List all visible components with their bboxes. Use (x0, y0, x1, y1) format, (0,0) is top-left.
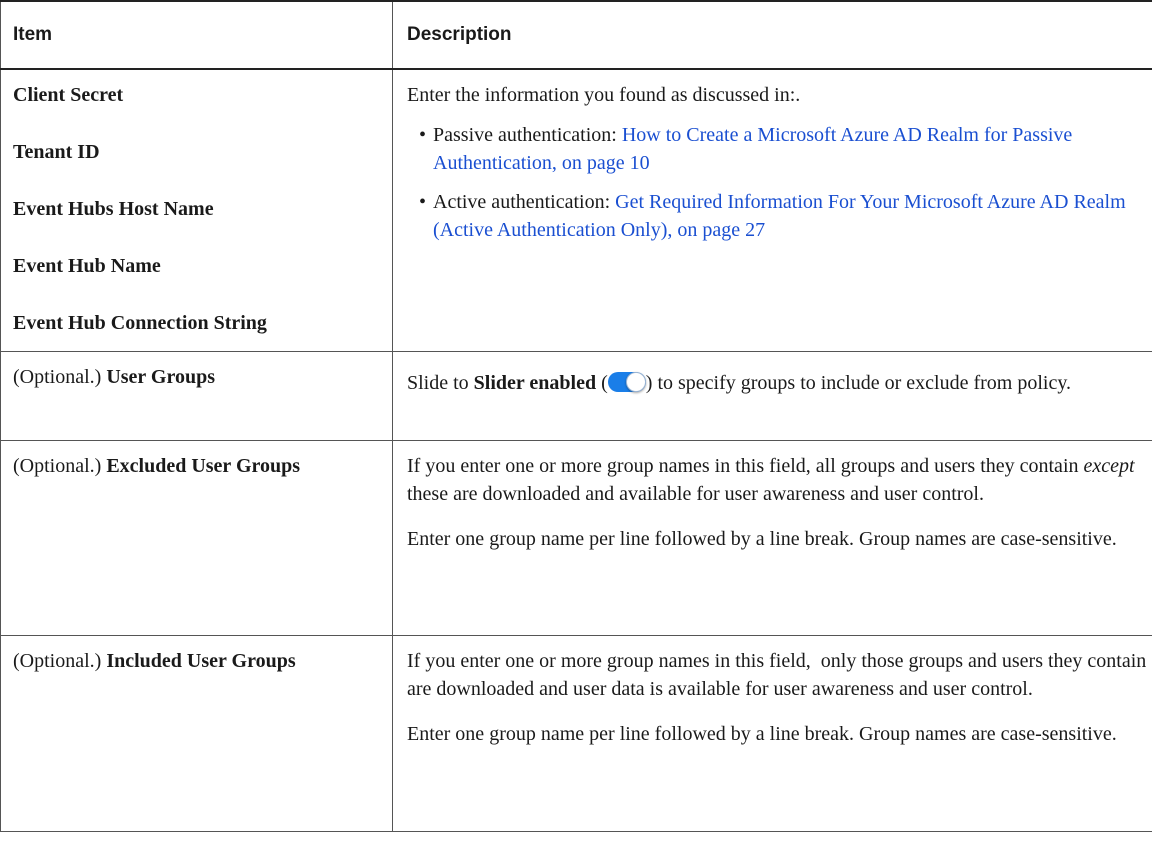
excluded-p1-emphasis: except (1083, 454, 1135, 477)
user-groups-desc-pre: Slide to (407, 371, 474, 394)
included-paragraph-1: If you enter one or more group names in … (407, 649, 1152, 700)
field-event-hub-connection-string: Event Hub Connection String (13, 312, 267, 334)
bullet-dot-icon: • (419, 124, 427, 146)
user-groups-description-cell: Slide to Slider enabled ( ) to specify gr… (392, 350, 1152, 441)
excluded-p1-post: these are downloaded and available for u… (407, 482, 984, 505)
table-row-user-groups: (Optional.) User Groups Slide to Slider … (0, 350, 1152, 441)
table-row-credentials: Client Secret Tenant ID Event Hubs Host … (0, 68, 1152, 352)
slider-enabled-label: Slider enabled (473, 371, 597, 394)
excluded-p1-pre: If you enter one or more group names in … (407, 454, 1084, 477)
toggle-switch-on-icon (607, 371, 646, 392)
included-description-cell: If you enter one or more group names in … (392, 634, 1152, 832)
bullet-passive-prefix: Passive authentication: (433, 124, 622, 146)
credentials-description-cell: Enter the information you found as discu… (392, 68, 1152, 352)
excluded-user-groups-label: Excluded User Groups (106, 454, 301, 477)
table-row-included-user-groups: (Optional.) Included User Groups If you … (0, 634, 1152, 832)
description-table: Item Description Client Secret Tenant ID… (0, 0, 1152, 832)
included-item-cell: (Optional.) Included User Groups (0, 634, 393, 832)
toggle-knob (625, 371, 646, 392)
table-header-row: Item Description (0, 0, 1152, 70)
field-event-hubs-host-name: Event Hubs Host Name (13, 198, 214, 220)
optional-label: (Optional.) (13, 365, 102, 388)
credentials-intro: Enter the information you found as discu… (407, 84, 801, 106)
excluded-paragraph-1: If you enter one or more group names in … (407, 452, 1152, 508)
header-item: Item (0, 0, 393, 70)
table-row-excluded-user-groups: (Optional.) Excluded User Groups If you … (0, 439, 1152, 636)
user-groups-description: Slide to Slider enabled ( ) to specify gr… (407, 369, 1152, 397)
user-groups-item-cell: (Optional.) User Groups (0, 350, 393, 441)
excluded-paragraph-2: Enter one group name per line followed b… (407, 527, 1117, 550)
user-groups-desc-open: ( (596, 371, 608, 394)
user-groups-label: User Groups (106, 365, 216, 388)
included-user-groups-label: Included User Groups (106, 649, 296, 672)
field-client-secret: Client Secret (13, 84, 124, 106)
field-event-hub-name: Event Hub Name (13, 255, 161, 277)
included-paragraph-2: Enter one group name per line followed b… (407, 722, 1117, 745)
bullet-passive: • Passive authentication: How to Create … (407, 121, 1152, 177)
credentials-item-cell: Client Secret Tenant ID Event Hubs Host … (0, 68, 393, 352)
header-description: Description (392, 0, 1152, 70)
bullet-active: • Active authentication: Get Required In… (407, 188, 1152, 244)
excluded-item-cell: (Optional.) Excluded User Groups (0, 439, 393, 636)
optional-label: (Optional.) (13, 454, 102, 477)
excluded-description-cell: If you enter one or more group names in … (392, 439, 1152, 636)
credential-field-list: Client Secret Tenant ID Event Hubs Host … (1, 70, 392, 349)
optional-label: (Optional.) (13, 649, 102, 672)
bullet-dot-icon: • (419, 191, 427, 213)
user-groups-desc-post: ) to specify groups to include or exclud… (645, 371, 1072, 394)
bullet-active-prefix: Active authentication: (433, 191, 616, 213)
field-tenant-id: Tenant ID (13, 141, 100, 163)
credentials-bullet-list: • Passive authentication: How to Create … (407, 121, 1152, 244)
